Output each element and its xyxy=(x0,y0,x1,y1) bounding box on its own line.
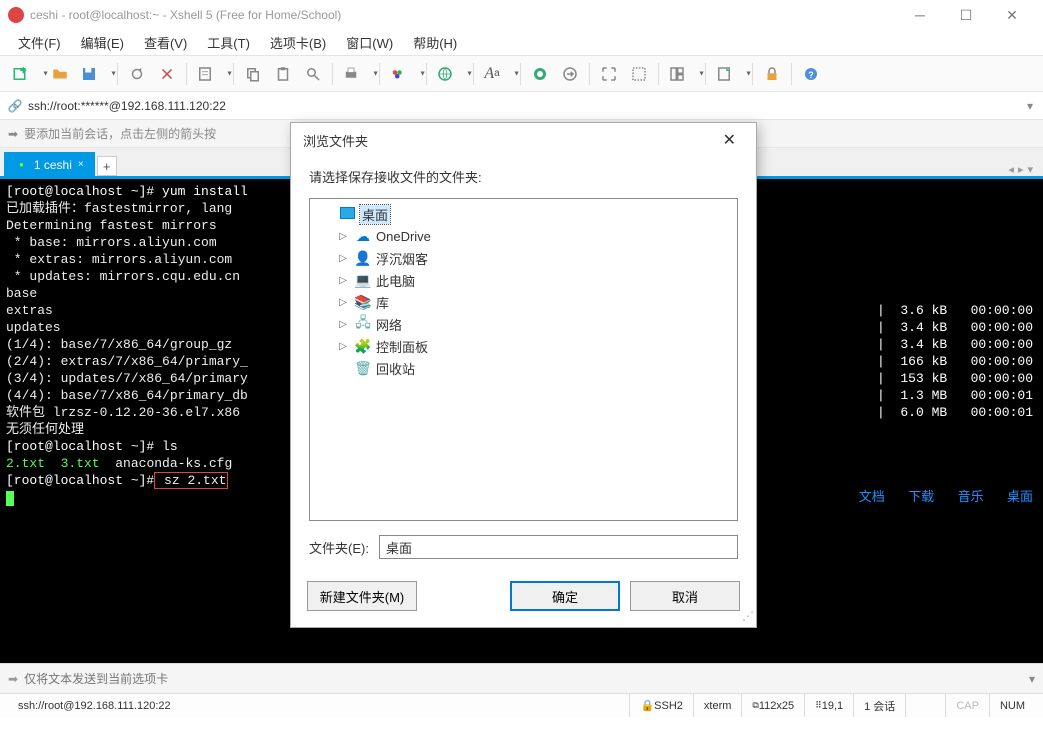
menu-view[interactable]: 查看(V) xyxy=(136,30,195,55)
tree-item-pc[interactable]: ▷💻此电脑 xyxy=(312,269,735,291)
paste-button[interactable] xyxy=(269,60,297,88)
status-sessions: 1 会话 xyxy=(853,694,905,717)
tab-prev-icon[interactable]: ◂ xyxy=(1008,163,1014,176)
send-arrow-icon[interactable]: ➡ xyxy=(8,672,18,686)
tree-item-recycle[interactable]: 🗑回收站 xyxy=(312,357,735,379)
find-button[interactable] xyxy=(299,60,327,88)
menu-tools[interactable]: 工具(T) xyxy=(199,30,258,55)
tree-item-user[interactable]: ▷👤浮沉烟客 xyxy=(312,247,735,269)
color-scheme-button[interactable]: ▼ xyxy=(385,60,421,88)
reconnect-button[interactable] xyxy=(123,60,151,88)
fullscreen-button[interactable] xyxy=(595,60,623,88)
new-session-button[interactable]: ▼ xyxy=(8,60,44,88)
compose-input[interactable] xyxy=(24,672,1029,686)
menu-edit[interactable]: 编辑(E) xyxy=(73,30,132,55)
dialog-message: 请选择保存接收文件的文件夹: xyxy=(309,167,738,186)
status-protocol: 🔒 SSH2 xyxy=(629,694,692,717)
tree-item-desktop[interactable]: 桌面 xyxy=(312,203,735,225)
cancel-button[interactable]: 取消 xyxy=(630,581,740,611)
dialog-close-button[interactable]: ✕ xyxy=(715,126,744,154)
hint-text: 要添加当前会话，点击左侧的箭头按 xyxy=(24,125,216,142)
menu-help[interactable]: 帮助(H) xyxy=(405,30,465,55)
compose-dropdown-icon[interactable]: ▾ xyxy=(1029,672,1035,686)
menu-tabs[interactable]: 选项卡(B) xyxy=(262,30,334,55)
status-term: xterm xyxy=(693,694,742,717)
address-bar[interactable]: 🔗 ssh://root:******@192.168.111.120:22 ▾ xyxy=(0,92,1043,120)
folder-tree[interactable]: 桌面 ▷☁OneDrive ▷👤浮沉烟客 ▷💻此电脑 ▷📚库 ▷🖧网络 ▷🧩控制… xyxy=(309,198,738,521)
xagent-button[interactable] xyxy=(526,60,554,88)
browse-folder-dialog: 浏览文件夹 ✕ 请选择保存接收文件的文件夹: 桌面 ▷☁OneDrive ▷👤浮… xyxy=(290,122,757,628)
properties-button[interactable]: ▼ xyxy=(192,60,228,88)
dialog-titlebar: 浏览文件夹 ✕ xyxy=(291,123,756,157)
script-button[interactable]: ▼ xyxy=(711,60,747,88)
tab-close-icon[interactable]: × xyxy=(78,159,84,170)
tree-item-network[interactable]: ▷🖧网络 xyxy=(312,313,735,335)
app-logo-icon xyxy=(8,7,24,23)
save-button[interactable]: ▼ xyxy=(76,60,112,88)
status-connection: ssh://root@192.168.111.120:22 xyxy=(8,694,629,717)
tab-add-button[interactable]: + xyxy=(97,156,117,176)
compose-bar: ➡ ▾ xyxy=(0,663,1043,693)
menu-window[interactable]: 窗口(W) xyxy=(338,30,401,55)
resize-grip-icon[interactable]: ⋰ xyxy=(742,613,754,625)
help-button[interactable]: ? xyxy=(797,60,825,88)
transparency-button[interactable] xyxy=(625,60,653,88)
new-folder-button[interactable]: 新建文件夹(M) xyxy=(307,581,417,611)
menubar: 文件(F) 编辑(E) 查看(V) 工具(T) 选项卡(B) 窗口(W) 帮助(… xyxy=(0,30,1043,56)
tab-session-1[interactable]: 1 ceshi × xyxy=(4,152,95,176)
xftp-button[interactable] xyxy=(556,60,584,88)
status-cap: CAP xyxy=(945,694,989,717)
tree-item-control-panel[interactable]: ▷🧩控制面板 xyxy=(312,335,735,357)
open-button[interactable] xyxy=(46,60,74,88)
lock-button[interactable] xyxy=(758,60,786,88)
close-button[interactable]: ✕ xyxy=(989,0,1035,30)
layout-button[interactable]: ▼ xyxy=(664,60,700,88)
ok-button[interactable]: 确定 xyxy=(510,581,620,611)
tree-item-library[interactable]: ▷📚库 xyxy=(312,291,735,313)
disconnect-button[interactable] xyxy=(153,60,181,88)
folder-value[interactable]: 桌面 xyxy=(379,535,738,559)
link-icon: 🔗 xyxy=(6,99,24,113)
tab-label: 1 ceshi xyxy=(34,158,72,172)
address-text[interactable]: ssh://root:******@192.168.111.120:22 xyxy=(24,97,1023,115)
status-bar: ssh://root@192.168.111.120:22 🔒 SSH2 xte… xyxy=(0,693,1043,717)
tree-item-onedrive[interactable]: ▷☁OneDrive xyxy=(312,225,735,247)
encoding-button[interactable]: ▼ xyxy=(432,60,468,88)
tab-next-icon[interactable]: ▸ xyxy=(1018,163,1024,176)
hint-arrow-icon[interactable]: ➡ xyxy=(8,127,18,141)
tab-nav: ◂ ▸ ▾ xyxy=(1002,163,1039,176)
cursor xyxy=(6,491,14,506)
minimize-button[interactable]: ─ xyxy=(897,0,943,30)
maximize-button[interactable]: ☐ xyxy=(943,0,989,30)
status-num: NUM xyxy=(989,694,1035,717)
toolbar: ▼ ▼ ▼ ▼ ▼ ▼ Aa▼ ▼ ▼ ? xyxy=(0,56,1043,92)
svg-text:?: ? xyxy=(808,69,814,79)
status-size: ⧉ 112x25 xyxy=(741,694,804,717)
status-pos: ⠿ 19,1 xyxy=(804,694,853,717)
font-button[interactable]: Aa▼ xyxy=(479,60,515,88)
window-title: ceshi - root@localhost:~ - Xshell 5 (Fre… xyxy=(30,8,897,22)
menu-file[interactable]: 文件(F) xyxy=(10,30,69,55)
copy-button[interactable] xyxy=(239,60,267,88)
dialog-title: 浏览文件夹 xyxy=(303,131,368,150)
folder-label: 文件夹(E): xyxy=(309,538,369,557)
status-unknown xyxy=(905,694,945,717)
address-dropdown-icon[interactable]: ▾ xyxy=(1023,99,1037,113)
tab-list-icon[interactable]: ▾ xyxy=(1027,163,1033,176)
titlebar: ceshi - root@localhost:~ - Xshell 5 (Fre… xyxy=(0,0,1043,30)
print-button[interactable]: ▼ xyxy=(338,60,374,88)
